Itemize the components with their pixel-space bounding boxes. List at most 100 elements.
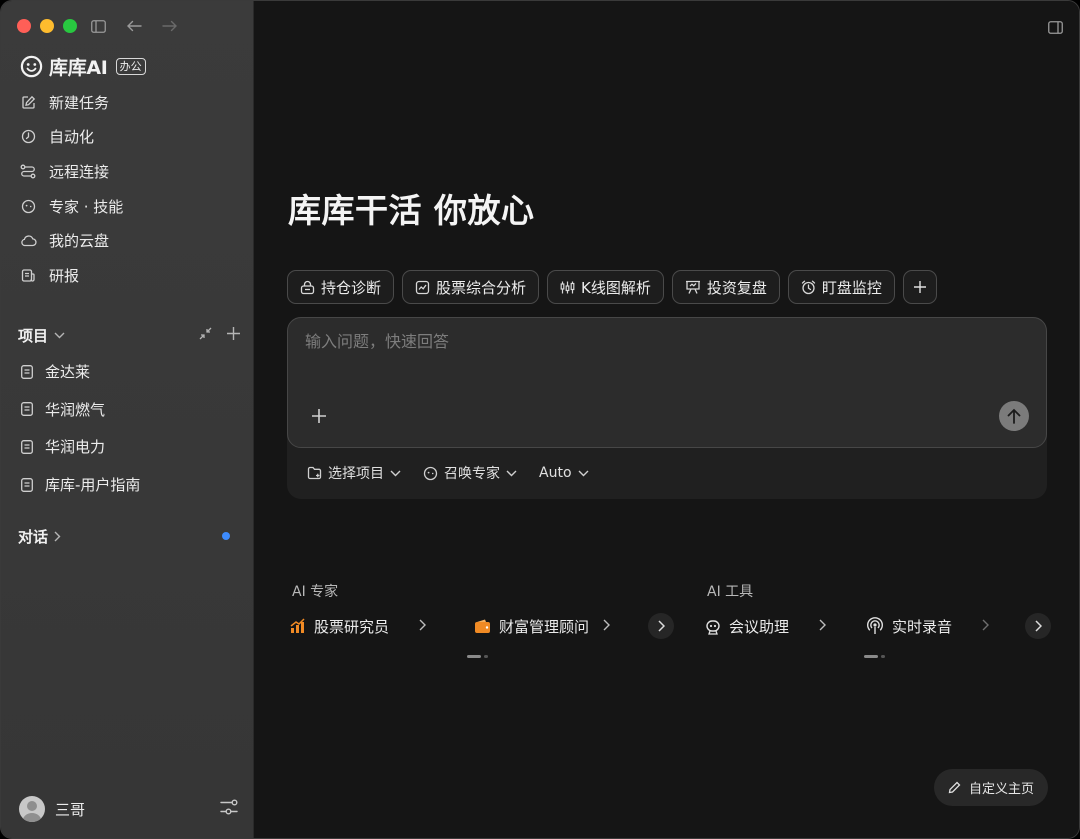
nav-experts[interactable]: 专家 · 技能 [11,189,244,224]
tool-label: 会议助理 [729,617,790,636]
brand-name: 库库AI [49,57,108,79]
chevron-right-icon [603,617,611,635]
question-input[interactable] [305,332,1005,351]
project-item[interactable]: 华润电力 [11,428,244,466]
report-icon [19,266,37,284]
edition-badge: 办公 [115,58,146,75]
select-project-dropdown[interactable]: 选择项目 [307,463,401,483]
sidebar-toggle-icon[interactable] [87,15,109,37]
summon-expert-dropdown[interactable]: 召唤专家 [423,463,517,483]
chip-label: 盯盘监控 [821,278,882,297]
add-project-icon[interactable] [226,326,241,341]
chevron-down-icon [578,470,589,476]
ai-experts-title: AI 专家 [292,584,339,600]
ai-tools-row: 会议助理 实时录音 [705,613,1052,639]
brand-logo: 库库AI 办公 [20,53,146,80]
chip-investment-review[interactable]: 投资复盘 [671,270,780,304]
back-arrow-icon[interactable] [123,15,145,37]
smiley-logo-icon [20,55,43,78]
nav-remote[interactable]: 远程连接 [11,154,244,189]
broadcast-icon [867,617,883,634]
composer: 选择项目 召唤专家 Auto [287,317,1047,499]
unread-indicator [222,532,230,540]
chip-label: K线图解析 [581,278,651,297]
lock-box-icon [300,280,315,295]
chip-kline-analysis[interactable]: K线图解析 [547,270,664,304]
folder-icon [307,466,322,480]
tool-card-meeting-assistant[interactable]: 会议助理 [705,614,827,638]
customize-label: 自定义主页 [968,782,1034,797]
plus-icon [913,281,926,293]
main-content: 库库干活 你放心 持仓诊断 股票综合分析 K线图解析 投资复盘 盯盘监控 输入问… [254,1,1079,838]
quick-actions: 持仓诊断 股票综合分析 K线图解析 投资复盘 盯盘监控 [287,270,937,304]
nav-new-task[interactable]: 新建任务 [11,85,244,120]
minimize-window-button[interactable] [40,19,54,33]
document-icon [19,439,35,455]
chevron-down-icon [506,470,517,476]
settings-icon[interactable] [219,798,239,820]
nav-cloud[interactable]: 我的云盘 [11,223,244,258]
sidebar: 库库AI 办公 新建任务 自动化 远程连接 专家 · 技能 我的云盘 研报 项目… [1,1,254,838]
model-dropdown[interactable]: Auto [539,465,589,481]
tools-pager [864,655,885,658]
document-icon [19,364,35,380]
composer-box [287,317,1047,448]
chevron-right-icon [982,617,990,635]
summon-expert-label: 召唤专家 [444,466,500,482]
zoom-window-button[interactable] [63,19,77,33]
add-chip-button[interactable] [902,270,937,304]
user-profile[interactable]: 三哥 [19,796,85,822]
primary-nav: 新建任务 自动化 远程连接 专家 · 技能 我的云盘 研报 [11,85,244,293]
nav-label: 专家 · 技能 [49,197,124,216]
close-window-button[interactable] [17,19,31,33]
project-item[interactable]: 金达莱 [11,353,244,391]
chip-stock-analysis[interactable]: 股票综合分析 [402,270,540,304]
route-icon [19,162,37,180]
collapse-icon[interactable] [199,327,212,340]
expert-card-wealth-advisor[interactable]: 财富管理顾问 [474,614,611,638]
nav-label: 自动化 [49,128,95,147]
arrow-up-icon [1007,408,1021,424]
chip-position-diagnosis[interactable]: 持仓诊断 [287,270,395,304]
nav-label: 我的云盘 [49,232,110,251]
nav-reports[interactable]: 研报 [11,258,244,293]
chevron-right-icon [1035,620,1042,632]
chats-header-label: 对话 [18,528,49,546]
edit-icon [19,93,37,111]
model-label: Auto [539,465,572,481]
pager-dot[interactable] [881,655,885,658]
customize-homepage-button[interactable]: 自定义主页 [933,769,1048,806]
chart-box-icon [415,280,430,295]
pager-dot-active[interactable] [864,655,878,658]
toolbar [87,15,181,37]
pager-dot[interactable] [484,655,488,658]
project-label: 华润电力 [45,438,106,457]
nav-automation[interactable]: 自动化 [11,120,244,155]
window-controls [17,19,77,33]
presentation-icon [685,280,701,295]
pencil-icon [948,781,961,794]
avatar [19,796,45,822]
projects-header[interactable]: 项目 [18,325,65,346]
forward-arrow-icon[interactable] [159,15,181,37]
user-name: 三哥 [55,800,86,819]
right-panel-toggle-icon[interactable] [1048,19,1063,38]
pager-dot-active[interactable] [467,655,481,658]
document-icon [19,401,35,417]
expert-card-stock-researcher[interactable]: 股票研究员 [290,614,427,638]
chip-market-monitor[interactable]: 盯盘监控 [787,270,895,304]
send-button[interactable] [999,401,1029,431]
tools-next-button[interactable] [1025,613,1052,639]
face-icon [423,466,438,481]
tool-card-live-recording[interactable]: 实时录音 [866,614,990,638]
chats-header[interactable]: 对话 [18,526,61,547]
project-item[interactable]: 华润燃气 [11,391,244,429]
robot-icon [706,619,720,635]
chevron-right-icon [419,617,427,635]
attach-plus-icon[interactable] [310,405,328,429]
chip-label: 投资复盘 [706,278,767,297]
experts-next-button[interactable] [648,613,675,639]
page-title: 库库干活 你放心 [288,191,535,230]
project-item[interactable]: 库库-用户指南 [11,466,244,504]
tool-label: 实时录音 [892,617,953,636]
